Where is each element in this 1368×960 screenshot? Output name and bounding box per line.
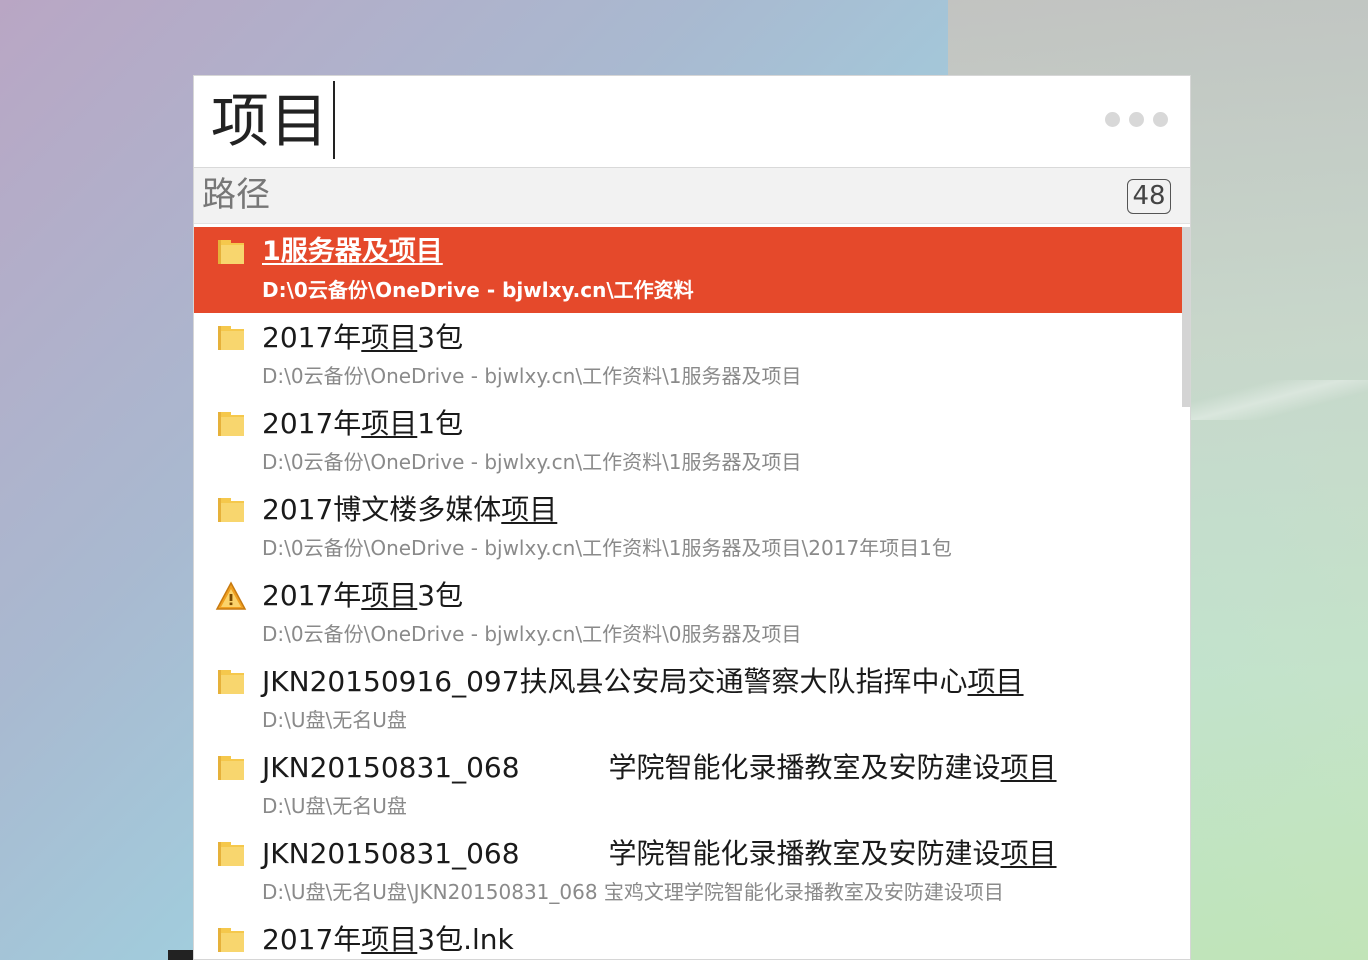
category-label: 路径 [202,175,270,215]
result-title: JKN20150916_097扶风县公安局交通警察大队指挥中心项目 [262,663,1024,701]
more-options-button[interactable] [1105,112,1168,127]
result-path: D:\0云备份\OneDrive - bjwlxy.cn\工作资料\1服务器及项… [262,364,802,388]
result-item[interactable]: 2017博文楼多媒体项目 D:\0云备份\OneDrive - bjwlxy.c… [194,485,1182,571]
warning-icon [215,581,247,610]
result-title-match: 1服务器及项目 [262,236,443,267]
search-query-text[interactable]: 项目 [211,84,329,158]
result-title: 2017年项目3包.lnk [262,921,514,959]
result-title: JKN20150831_068 学院智能化录播教室及安防建设项目 [262,835,1057,873]
scrollbar-thumb[interactable] [1182,227,1190,407]
result-title-prefix: 2017博文楼多媒体 [262,493,502,526]
result-item[interactable]: 2017年项目3包 D:\0云备份\OneDrive - bjwlxy.cn\工… [194,571,1182,657]
result-title-prefix: JKN20150831_068 学院智能化录播教室及安防建设 [262,837,1001,870]
result-title-match: 项目 [361,579,418,612]
folder-icon [218,240,244,264]
dot-icon [1129,112,1144,127]
result-title: JKN20150831_068 学院智能化录播教室及安防建设项目 [262,749,1057,787]
search-launcher-window: 项目 路径 48 1服务器及项目 D:\0云备份\OneDrive - bjwl… [193,75,1191,960]
result-title-prefix: 2017年 [262,923,362,956]
result-title-match: 项目 [361,321,418,354]
result-title-prefix: 2017年 [262,579,362,612]
search-bar[interactable]: 项目 [194,76,1190,168]
folder-icon [218,412,244,436]
result-item[interactable]: 1服务器及项目 D:\0云备份\OneDrive - bjwlxy.cn\工作资… [194,227,1182,313]
result-path: D:\0云备份\OneDrive - bjwlxy.cn\工作资料\0服务器及项… [262,622,802,646]
result-title-match: 项目 [361,923,418,956]
result-item[interactable]: 2017年项目3包.lnk [194,915,1182,959]
result-title: 2017年项目3包 [262,319,463,357]
result-title-suffix: 3包 [417,579,464,612]
folder-icon [218,670,244,694]
folder-icon [218,756,244,780]
result-title-match: 项目 [361,407,418,440]
result-title-suffix: 3包 [417,321,464,354]
dot-icon [1153,112,1168,127]
result-title-match: 项目 [967,665,1024,698]
result-title-suffix: 3包.lnk [417,923,514,956]
folder-icon [218,326,244,350]
result-title: 2017年项目3包 [262,577,463,615]
result-path: D:\U盘\无名U盘 [262,708,407,732]
folder-icon [218,498,244,522]
result-title: 2017年项目1包 [262,405,463,443]
result-title: 2017博文楼多媒体项目 [262,491,557,529]
result-path: D:\0云备份\OneDrive - bjwlxy.cn\工作资料\1服务器及项… [262,536,952,560]
result-title-suffix: 1包 [417,407,464,440]
result-path: D:\0云备份\OneDrive - bjwlxy.cn\工作资料\1服务器及项… [262,450,802,474]
category-header: 路径 48 [194,168,1190,224]
result-path: D:\U盘\无名U盘 [262,794,407,818]
result-item[interactable]: JKN20150916_097扶风县公安局交通警察大队指挥中心项目 D:\U盘\… [194,657,1182,743]
result-title-prefix: JKN20150831_068 学院智能化录播教室及安防建设 [262,751,1001,784]
result-title: 1服务器及项目 [262,233,443,271]
result-path: D:\0云备份\OneDrive - bjwlxy.cn\工作资料 [262,278,694,302]
result-list: 1服务器及项目 D:\0云备份\OneDrive - bjwlxy.cn\工作资… [194,227,1182,959]
result-count-badge: 48 [1127,179,1171,214]
result-item[interactable]: JKN20150831_068 学院智能化录播教室及安防建设项目 D:\U盘\无… [194,743,1182,829]
folder-icon [218,842,244,866]
taskbar-fragment [168,950,194,960]
result-title-prefix: 2017年 [262,407,362,440]
result-item[interactable]: JKN20150831_068 学院智能化录播教室及安防建设项目 D:\U盘\无… [194,829,1182,915]
result-item[interactable]: 2017年项目3包 D:\0云备份\OneDrive - bjwlxy.cn\工… [194,313,1182,399]
dot-icon [1105,112,1120,127]
result-title-prefix: 2017年 [262,321,362,354]
result-title-match: 项目 [1000,751,1057,784]
folder-icon [218,928,244,952]
text-cursor [333,81,335,159]
result-title-match: 项目 [1000,837,1057,870]
result-title-prefix: JKN20150916_097扶风县公安局交通警察大队指挥中心 [262,665,968,698]
desktop-background-streak [1168,380,1368,420]
result-path: D:\U盘\无名U盘\JKN20150831_068 宝鸡文理学院智能化录播教室… [262,880,1004,904]
result-item[interactable]: 2017年项目1包 D:\0云备份\OneDrive - bjwlxy.cn\工… [194,399,1182,485]
result-title-match: 项目 [501,493,558,526]
